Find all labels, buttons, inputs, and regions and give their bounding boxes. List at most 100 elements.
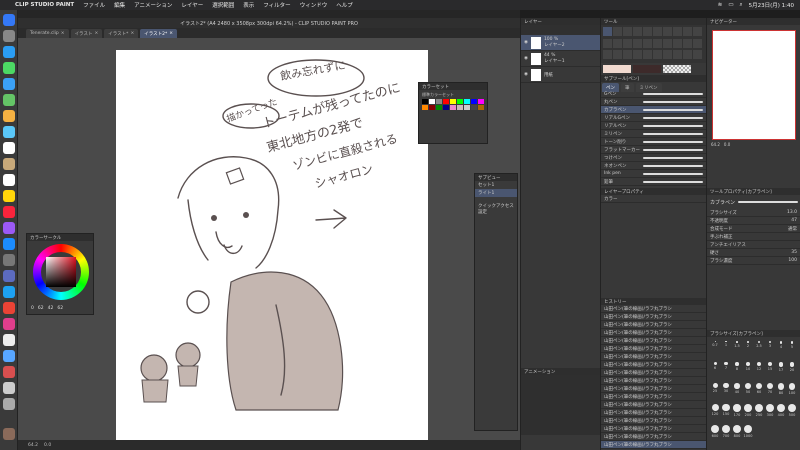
color-swatch[interactable] bbox=[436, 105, 442, 110]
menu-edit[interactable]: 編集 bbox=[114, 1, 125, 9]
color-swatch[interactable] bbox=[443, 99, 449, 104]
brush-size-option[interactable]: 20 bbox=[787, 361, 797, 381]
messages-icon[interactable] bbox=[3, 62, 15, 74]
tool-button[interactable] bbox=[663, 50, 672, 60]
eye-icon[interactable]: ◉ bbox=[524, 56, 528, 61]
tool-button[interactable] bbox=[683, 38, 692, 48]
subview-item[interactable]: クイックアクセス設定 bbox=[475, 204, 517, 215]
s-value[interactable]: 62 bbox=[38, 306, 44, 311]
brush-size-option[interactable]: 700 bbox=[721, 424, 731, 444]
brush-item[interactable]: つけペン bbox=[601, 154, 706, 162]
reminders-icon[interactable] bbox=[3, 174, 15, 186]
tool-button[interactable] bbox=[693, 38, 702, 48]
podcasts-icon[interactable] bbox=[3, 222, 15, 234]
brush-item[interactable]: リアルペン bbox=[601, 122, 706, 130]
color-swatch[interactable] bbox=[478, 105, 484, 110]
brush-size-option[interactable]: 17 bbox=[776, 361, 786, 381]
contacts-icon[interactable] bbox=[3, 158, 15, 170]
brush-size-option[interactable]: 40 bbox=[732, 382, 742, 402]
colorset-preset[interactable]: 標準カラーセット bbox=[422, 92, 454, 98]
brush-size-option[interactable]: 120 bbox=[710, 403, 720, 423]
property-row[interactable]: ブラシ濃度 100 bbox=[707, 257, 800, 265]
layer-row[interactable]: ◉ 用紙 bbox=[521, 67, 600, 83]
history-entry[interactable]: 山田ペン(筆の線画)/ラフ丸ブラシ bbox=[601, 385, 707, 393]
tool-button[interactable] bbox=[653, 27, 662, 36]
safari-icon[interactable] bbox=[3, 46, 15, 58]
tool-button[interactable] bbox=[643, 27, 652, 36]
history-entry[interactable]: 山田ペン(筆の線画)/ラフ丸ブラシ bbox=[601, 393, 707, 401]
history-entry[interactable]: 山田ペン(筆の線画)/ラフ丸ブラシ bbox=[601, 417, 707, 425]
brush-size-option[interactable]: 100 bbox=[787, 382, 797, 402]
v-value[interactable]: 42 bbox=[48, 306, 54, 311]
history-entry[interactable]: 山田ペン(筆の線画)/ラフ丸ブラシ bbox=[601, 329, 707, 337]
main-color-chip[interactable] bbox=[603, 65, 631, 73]
close-icon[interactable]: × bbox=[169, 31, 173, 36]
color-swatch[interactable] bbox=[478, 99, 484, 104]
property-value[interactable]: 47 bbox=[791, 218, 797, 223]
photos-icon[interactable] bbox=[3, 110, 15, 122]
color-swatch[interactable] bbox=[450, 99, 456, 104]
angle-readout[interactable]: 0.0 bbox=[44, 443, 51, 448]
subview-item[interactable]: セット1 bbox=[475, 181, 517, 189]
brush-size-option[interactable]: 60 bbox=[754, 382, 764, 402]
music-icon[interactable] bbox=[3, 206, 15, 218]
brush-size-option[interactable]: 7 bbox=[721, 361, 731, 381]
brush-size-option[interactable]: 1000 bbox=[743, 424, 753, 444]
history-entry[interactable]: 山田ペン(筆の線画)/ラフ丸ブラシ bbox=[601, 345, 707, 353]
brush-size-option[interactable]: 170 bbox=[732, 403, 742, 423]
calendar-icon[interactable] bbox=[3, 142, 15, 154]
menu-help[interactable]: ヘルプ bbox=[336, 1, 353, 9]
preview-icon[interactable] bbox=[3, 350, 15, 362]
brush-size-option[interactable]: 12 bbox=[754, 361, 764, 381]
brush-size-option[interactable]: 6 bbox=[710, 361, 720, 381]
brush-size-option[interactable]: 1.5 bbox=[732, 340, 742, 360]
subview-item[interactable]: ライト1 bbox=[475, 189, 517, 197]
tool-button[interactable] bbox=[623, 50, 632, 60]
brush-size-option[interactable]: 200 bbox=[743, 403, 753, 423]
brush-size-option[interactable]: 70 bbox=[765, 382, 775, 402]
hue-ring[interactable] bbox=[33, 244, 89, 300]
history-entry[interactable]: 山田ペン(筆の線画)/ラフ丸ブラシ bbox=[601, 425, 707, 433]
menu-layer[interactable]: レイヤー bbox=[181, 1, 203, 9]
brush-size-option[interactable]: 30 bbox=[721, 382, 731, 402]
app-icon[interactable] bbox=[3, 366, 15, 378]
color-swatch[interactable] bbox=[457, 105, 463, 110]
brush-size-option[interactable]: 2 bbox=[743, 340, 753, 360]
tool-button[interactable] bbox=[603, 27, 612, 36]
menu-view[interactable]: 表示 bbox=[243, 1, 254, 9]
eye-icon[interactable]: ◉ bbox=[524, 40, 528, 45]
property-value[interactable]: 13.0 bbox=[787, 210, 797, 215]
property-row[interactable]: 硬さ 35 bbox=[707, 249, 800, 257]
property-row[interactable]: 合成モード 通常 bbox=[707, 225, 800, 233]
history-entry[interactable]: 山田ペン(筆の線画)/ラフ丸ブラシ bbox=[601, 369, 707, 377]
close-icon[interactable]: × bbox=[61, 31, 65, 36]
app-name-menu[interactable]: CLIP STUDIO PAINT bbox=[15, 2, 74, 8]
property-value[interactable]: 100 bbox=[788, 258, 797, 263]
saturation-value-square[interactable] bbox=[46, 257, 76, 287]
brush-size-option[interactable]: 1 bbox=[721, 340, 731, 360]
tool-button[interactable] bbox=[663, 27, 672, 36]
tool-button[interactable] bbox=[653, 50, 662, 60]
brush-size-option[interactable]: 15 bbox=[765, 361, 775, 381]
sub-color-chip[interactable] bbox=[633, 65, 661, 73]
layer-row[interactable]: ◉ 100 % レイヤー2 bbox=[521, 35, 600, 51]
tool-button[interactable] bbox=[673, 38, 682, 48]
color-swatch[interactable] bbox=[471, 99, 477, 104]
property-row[interactable]: ブラシサイズ 13.0 bbox=[707, 209, 800, 217]
tool-button[interactable] bbox=[613, 27, 622, 36]
tool-button[interactable] bbox=[693, 27, 702, 36]
tool-button[interactable] bbox=[623, 27, 632, 36]
brush-size-option[interactable]: 0.7 bbox=[710, 340, 720, 360]
property-row[interactable]: アンチエイリアス bbox=[707, 241, 800, 249]
history-entry[interactable]: 山田ペン(筆の線画)/ラフ丸ブラシ bbox=[601, 337, 707, 345]
brush-size-option[interactable]: 25 bbox=[710, 382, 720, 402]
drawing-canvas[interactable]: 飲み忘れずに 描かってった トーテムが残ってたのに 東北地方の2発で ゾンビに直… bbox=[116, 50, 428, 442]
twitter-icon[interactable] bbox=[3, 286, 15, 298]
launchpad-icon[interactable] bbox=[3, 30, 15, 42]
menu-file[interactable]: ファイル bbox=[83, 1, 105, 9]
tool-button[interactable] bbox=[633, 27, 642, 36]
tool-button[interactable] bbox=[663, 38, 672, 48]
layer-color-row[interactable]: カラー bbox=[601, 195, 706, 203]
tool-button[interactable] bbox=[613, 50, 622, 60]
color-swatch[interactable] bbox=[422, 99, 428, 104]
